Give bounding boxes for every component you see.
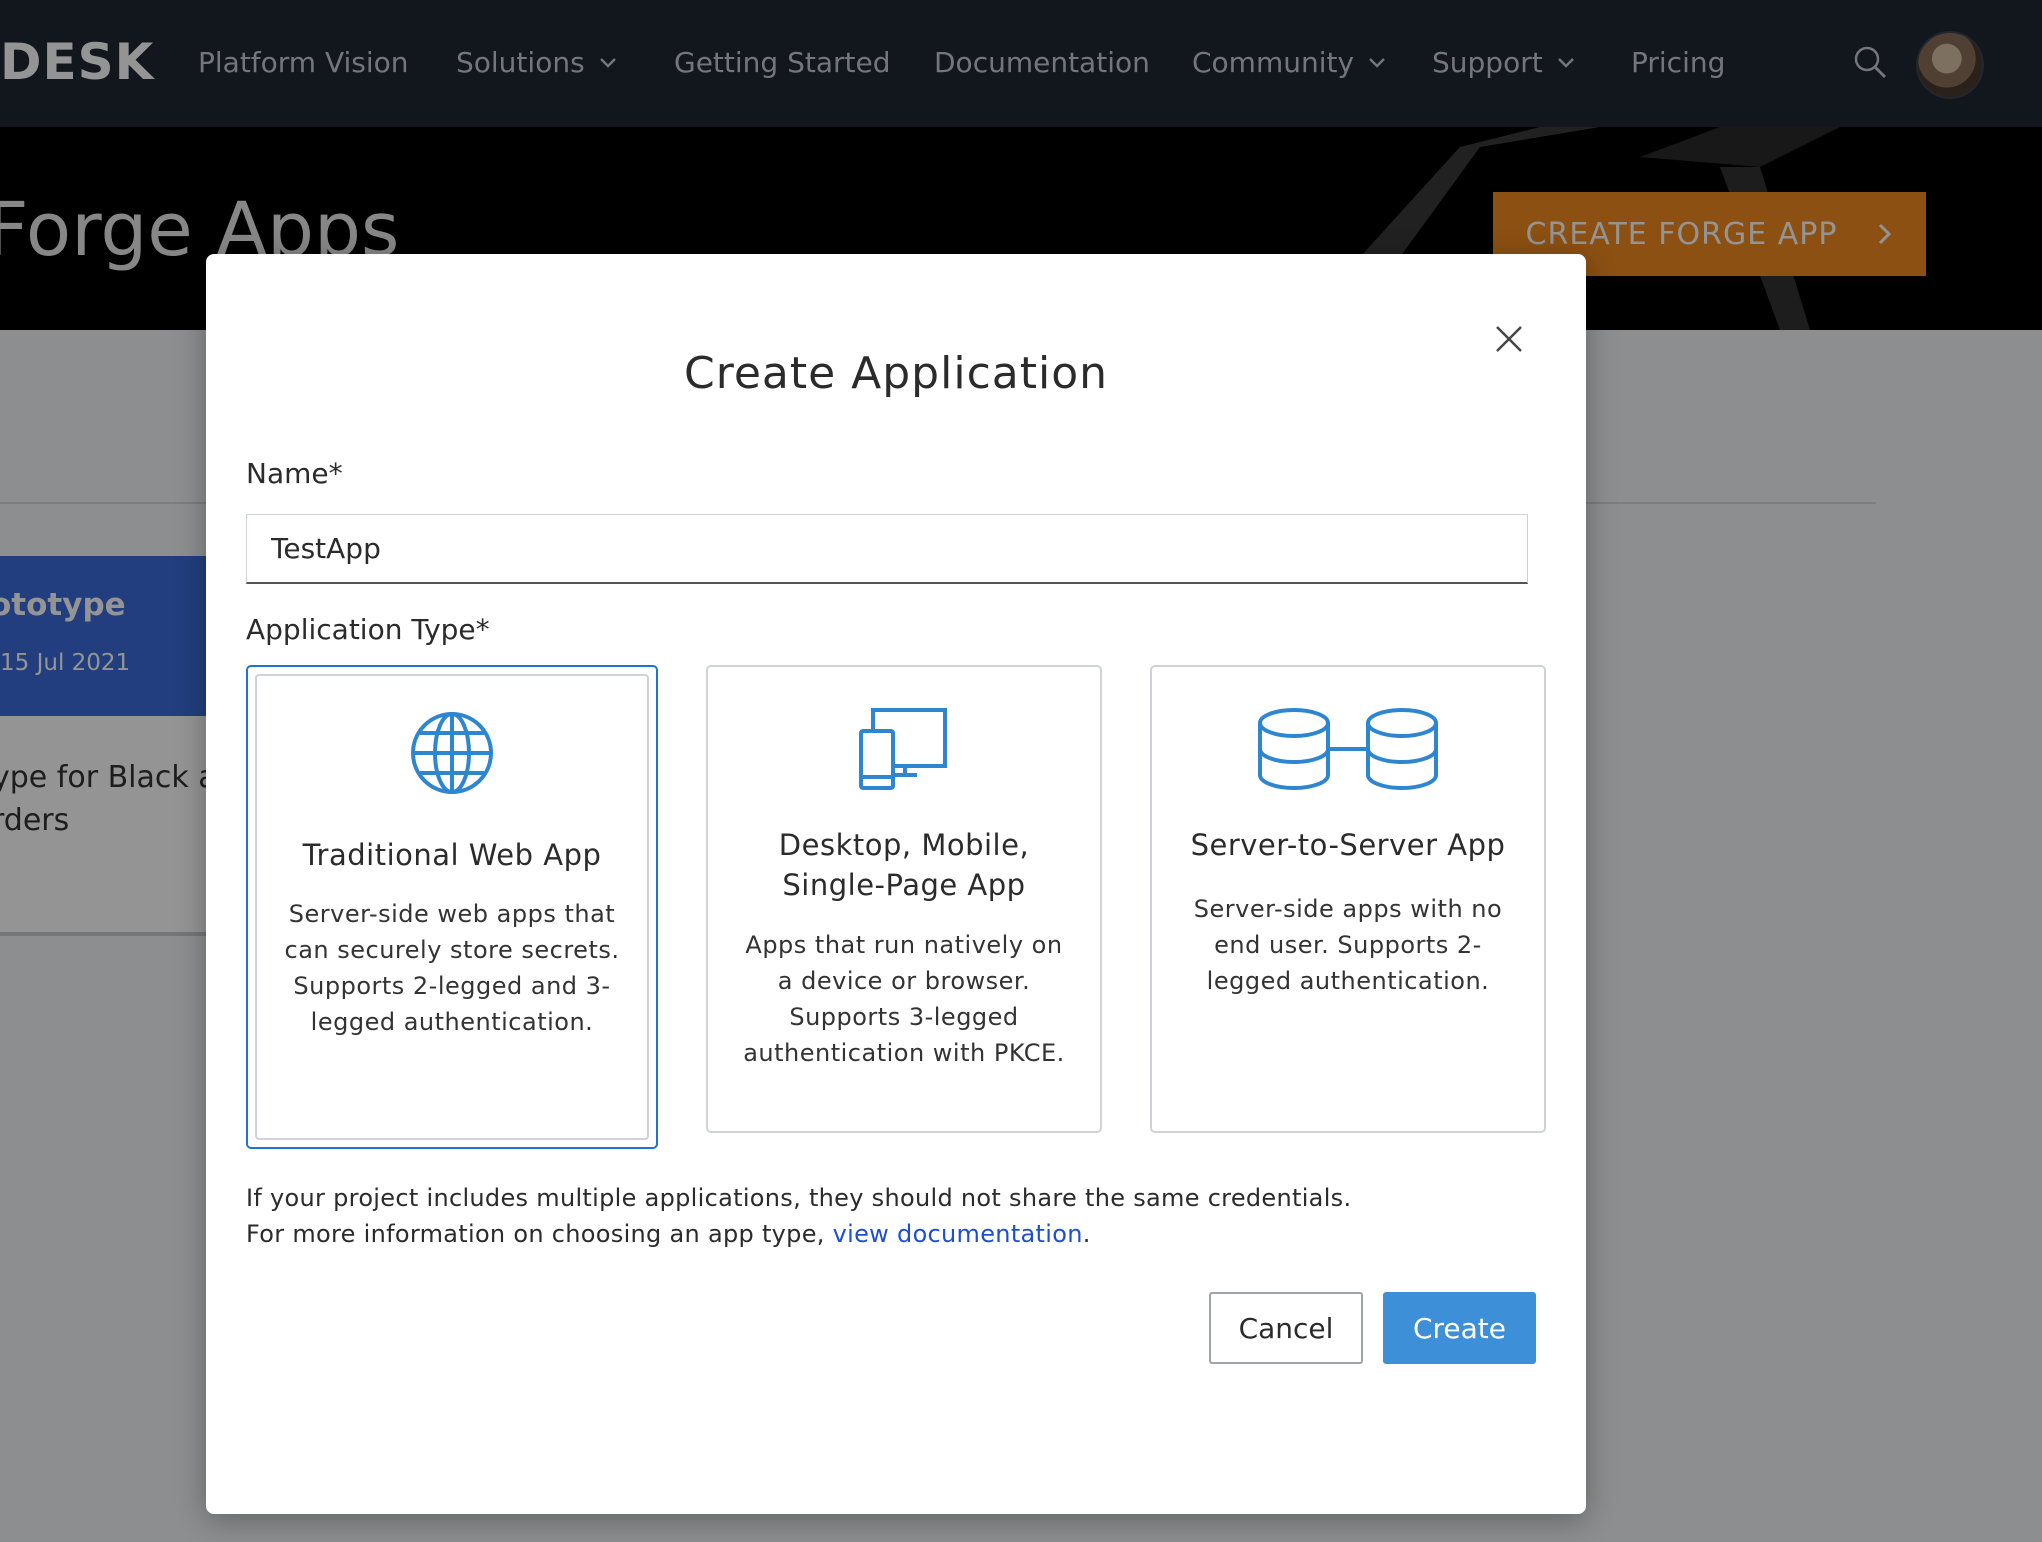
name-label: Name* [246, 457, 343, 490]
database-link-icon [1258, 708, 1438, 790]
app-type-desktop-mobile-spa[interactable]: Desktop, Mobile, Single-Page App Apps th… [706, 665, 1102, 1133]
documentation-note: For more information on choosing an app … [246, 1220, 1091, 1248]
dialog-title: Create Application [683, 348, 1109, 399]
devices-icon [859, 708, 947, 790]
app-type-traditional-web[interactable]: Traditional Web App Server-side web apps… [246, 665, 658, 1149]
create-button[interactable]: Create [1383, 1292, 1536, 1364]
application-type-label: Application Type* [246, 613, 490, 646]
credentials-note: If your project includes multiple applic… [246, 1184, 1352, 1212]
close-icon[interactable] [1494, 324, 1524, 354]
app-type-server-to-server[interactable]: Server-to-Server App Server-side apps wi… [1150, 665, 1546, 1133]
create-application-dialog: Create Application Name* Application Typ… [206, 254, 1586, 1514]
app-type-title: Server-to-Server App [1190, 828, 1506, 862]
globe-icon [411, 712, 493, 794]
app-type-title: Traditional Web App [302, 838, 602, 872]
app-type-title: Desktop, Mobile, Single-Page App [778, 828, 1030, 902]
app-type-description: Server-side web apps that can securely s… [284, 900, 620, 1036]
app-type-description: Server-side apps with no end user. Suppo… [1193, 895, 1503, 995]
app-type-description: Apps that run natively on a device or br… [743, 931, 1065, 1067]
cancel-button[interactable]: Cancel [1209, 1292, 1363, 1364]
view-documentation-link[interactable]: view documentation [833, 1220, 1083, 1248]
name-input[interactable] [246, 514, 1528, 584]
